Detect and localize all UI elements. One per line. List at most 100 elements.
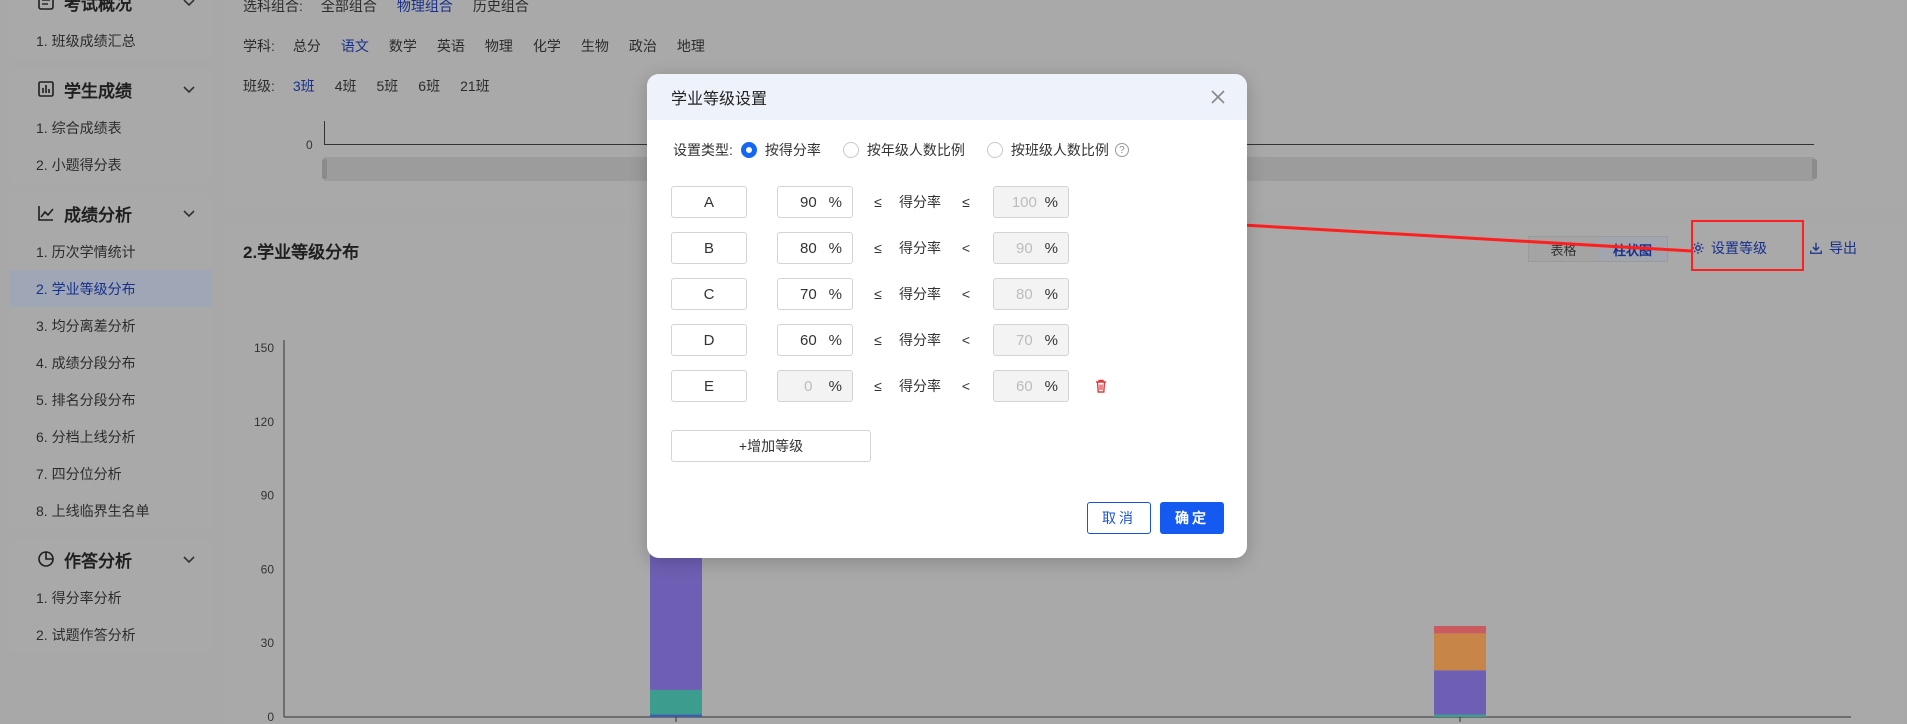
grade-name-input[interactable]: C [671, 278, 747, 310]
upper-percent-input: 100% [993, 186, 1069, 218]
subject-option[interactable]: 总分 [293, 36, 321, 56]
lower-percent-input[interactable]: 80% [777, 232, 853, 264]
percent-unit: % [828, 193, 842, 211]
operator-left: ≤ [874, 240, 882, 256]
lower-percent-value: 90 [799, 193, 817, 211]
setting-type-label: 设置类型: [673, 142, 733, 158]
sidebar-item[interactable]: 1. 历次学情统计 [10, 233, 212, 270]
combo-option[interactable]: 历史组合 [473, 0, 529, 16]
dialog-title: 学业等级设置 [671, 91, 768, 108]
bar-segment[interactable] [1434, 633, 1486, 671]
class-option-selected[interactable]: 3班 [293, 76, 315, 96]
sidebar-item[interactable]: 7. 四分位分析 [10, 455, 212, 492]
grade-row-c: C 70% ≤ 得分率 < 80% [671, 278, 1069, 310]
export-button[interactable]: 导出 [1809, 238, 1857, 258]
upper-percent-input: 80% [993, 278, 1069, 310]
lower-percent-input[interactable]: 60% [777, 324, 853, 356]
subject-option[interactable]: 英语 [437, 36, 465, 56]
combo-option[interactable]: 全部组合 [321, 0, 377, 16]
sidebar-item[interactable]: 2. 试题作答分析 [10, 616, 212, 653]
sidebar-item[interactable]: 3. 均分离差分析 [10, 307, 212, 344]
score-rate-label: 得分率 [899, 286, 941, 302]
nav-group-head-analysis[interactable]: 成绩分析 [10, 193, 212, 233]
subject-option[interactable]: 政治 [629, 36, 657, 56]
class-option[interactable]: 6班 [418, 76, 440, 96]
percent-unit: % [828, 377, 842, 395]
sidebar-item[interactable]: 4. 成绩分段分布 [10, 344, 212, 381]
add-grade-button[interactable]: +增加等级 [671, 430, 871, 462]
grade-name-input[interactable]: A [671, 186, 747, 218]
subject-option-selected[interactable]: 语文 [341, 36, 369, 56]
sidebar-item[interactable]: 1. 班级成绩汇总 [10, 22, 212, 59]
upper-percent-input: 60% [993, 370, 1069, 402]
class-option[interactable]: 21班 [460, 76, 490, 96]
subject-label: 学科: [243, 38, 275, 54]
cancel-button[interactable]: 取消 [1087, 502, 1151, 534]
radio-by-score-rate[interactable]: 按得分率 [740, 140, 821, 160]
confirm-button[interactable]: 确定 [1160, 502, 1224, 534]
range-slider-left-handle[interactable] [322, 159, 327, 179]
upper-percent-input: 90% [993, 232, 1069, 264]
radio-dot [740, 142, 757, 158]
close-icon[interactable] [1209, 88, 1227, 106]
bar-segment[interactable] [1434, 714, 1486, 717]
sidebar-item[interactable]: 8. 上线临界生名单 [10, 492, 212, 529]
class-option[interactable]: 5班 [376, 76, 398, 96]
view-toggle: 表格 柱状图 [1528, 236, 1668, 262]
y-tick-label: 90 [261, 489, 275, 503]
chevron-down-icon [183, 556, 195, 564]
bar-segment[interactable] [1434, 625, 1486, 634]
lower-percent-input[interactable]: 70% [777, 278, 853, 310]
subject-option[interactable]: 地理 [677, 36, 705, 56]
view-table-tab[interactable]: 表格 [1529, 237, 1598, 261]
annotation-highlight-box [1691, 220, 1804, 271]
operator-right: < [961, 286, 971, 302]
percent-unit: % [1044, 331, 1058, 349]
class-option[interactable]: 4班 [335, 76, 357, 96]
trash-icon[interactable] [1093, 378, 1109, 394]
y-tick-label: 60 [261, 562, 275, 576]
grade-row-d: D 60% ≤ 得分率 < 70% [671, 324, 1069, 356]
sidebar-item-active[interactable]: 2. 学业等级分布 [10, 270, 212, 307]
sidebar-item[interactable]: 2. 小题得分表 [10, 146, 212, 183]
view-bar-tab[interactable]: 柱状图 [1598, 237, 1667, 261]
nav-group-student: 学生成绩 1. 综合成绩表 2. 小题得分表 [10, 69, 212, 183]
export-label: 导出 [1829, 240, 1857, 256]
lower-percent-input[interactable]: 90% [777, 186, 853, 218]
nav-group-head-student[interactable]: 学生成绩 [10, 69, 212, 109]
range-slider-right-handle[interactable] [1812, 159, 1817, 179]
nav-group-head-exam[interactable]: 考试概况 [10, 0, 212, 22]
grade-name-input[interactable]: D [671, 324, 747, 356]
exam-icon [36, 0, 56, 12]
bar-chart-icon [36, 79, 56, 99]
subject-option[interactable]: 物理 [485, 36, 513, 56]
subject-option[interactable]: 化学 [533, 36, 561, 56]
upper-percent-value: 70 [1015, 331, 1033, 349]
percent-unit: % [828, 239, 842, 257]
sidebar-item[interactable]: 1. 综合成绩表 [10, 109, 212, 146]
subject-option[interactable]: 生物 [581, 36, 609, 56]
sidebar-item[interactable]: 1. 得分率分析 [10, 579, 212, 616]
radio-by-class-ratio[interactable]: 按班级人数比例 [986, 140, 1109, 160]
combo-option-selected[interactable]: 物理组合 [397, 0, 453, 16]
sidebar-item[interactable]: 5. 排名分段分布 [10, 381, 212, 418]
upper-percent-value: 60 [1015, 377, 1033, 395]
chevron-down-icon [183, 210, 195, 218]
upper-percent-value: 80 [1015, 285, 1033, 303]
bar-segment[interactable] [1434, 670, 1486, 715]
radio-by-grade-ratio[interactable]: 按年级人数比例 [842, 140, 965, 160]
grade-name-input[interactable]: E [671, 370, 747, 402]
nav-group-analysis: 成绩分析 1. 历次学情统计 2. 学业等级分布 3. 均分离差分析 4. 成绩… [10, 193, 212, 529]
operator-left: ≤ [874, 378, 882, 394]
subject-option[interactable]: 数学 [389, 36, 417, 56]
bar-segment[interactable] [650, 689, 702, 715]
radio-dot [842, 142, 859, 158]
help-icon[interactable]: ? [1114, 143, 1129, 157]
sidebar-item[interactable]: 6. 分档上线分析 [10, 418, 212, 455]
class-filter-row: 班级: 3班 4班 5班 6班 21班 [243, 76, 510, 96]
nav-group-head-answer[interactable]: 作答分析 [10, 539, 212, 579]
nav-group-title: 考试概况 [64, 0, 132, 14]
bar-segment[interactable] [650, 714, 702, 717]
grade-name-input[interactable]: B [671, 232, 747, 264]
lower-percent-value: 60 [799, 331, 817, 349]
